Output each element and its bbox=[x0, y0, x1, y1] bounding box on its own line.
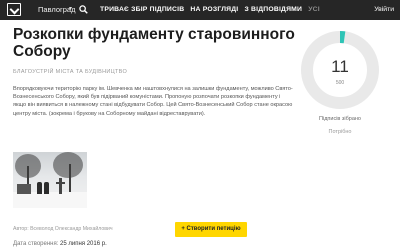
photo-tree-crown bbox=[53, 152, 83, 178]
photo-tree-trunk bbox=[69, 164, 71, 194]
category-link[interactable]: Благоустрій міста та будівництво bbox=[13, 69, 127, 75]
petition-photo[interactable] bbox=[13, 152, 87, 208]
page-title: Розкопки фундаменту старовинного Собору bbox=[13, 26, 295, 60]
date-value: 25 липня 2016 р. bbox=[60, 241, 107, 247]
signatures-collected-label: Підписів зібрано bbox=[319, 116, 361, 122]
login-link[interactable]: Увійти bbox=[374, 6, 394, 13]
date-label: Дата створення: bbox=[13, 241, 59, 247]
signature-goal: 500 bbox=[335, 80, 345, 86]
photo-person bbox=[37, 182, 42, 194]
signatures-needed-label: Потрібно bbox=[328, 129, 352, 135]
nav-under-review[interactable]: НА РОЗГЛЯДІ bbox=[190, 6, 238, 13]
chevron-down-icon[interactable]: ▾ bbox=[69, 5, 72, 12]
signature-count: 11 bbox=[331, 57, 349, 76]
petition-description: Впорядковуючи територію парку ім. Шевчен… bbox=[13, 86, 293, 117]
photo-cross bbox=[56, 178, 65, 194]
nav-all[interactable]: УСІ bbox=[308, 6, 320, 13]
nav-with-answers[interactable]: З ВІДПОВІДЯМИ bbox=[244, 6, 302, 13]
main-nav: ТРИВАЄ ЗБІР ПІДПИСІВ НА РОЗГЛЯДІ З ВІДПО… bbox=[100, 6, 324, 13]
search-icon[interactable] bbox=[79, 5, 88, 14]
logo-icon[interactable] bbox=[7, 3, 21, 16]
create-petition-button[interactable]: + Створити петицію bbox=[175, 222, 247, 237]
top-nav-bar: Павлоград ▾ ТРИВАЄ ЗБІР ПІДПИСІВ НА РОЗГ… bbox=[0, 0, 400, 20]
photo-sign bbox=[17, 184, 31, 194]
photo-snow bbox=[13, 192, 87, 208]
photo-person bbox=[44, 182, 49, 194]
creation-date: Дата створення: 25 липня 2016 р. bbox=[13, 241, 107, 247]
photo-author: Автор: Всеволод Олександр Михайлович bbox=[13, 226, 113, 232]
nav-collecting-signatures[interactable]: ТРИВАЄ ЗБІР ПІДПИСІВ bbox=[100, 6, 184, 13]
